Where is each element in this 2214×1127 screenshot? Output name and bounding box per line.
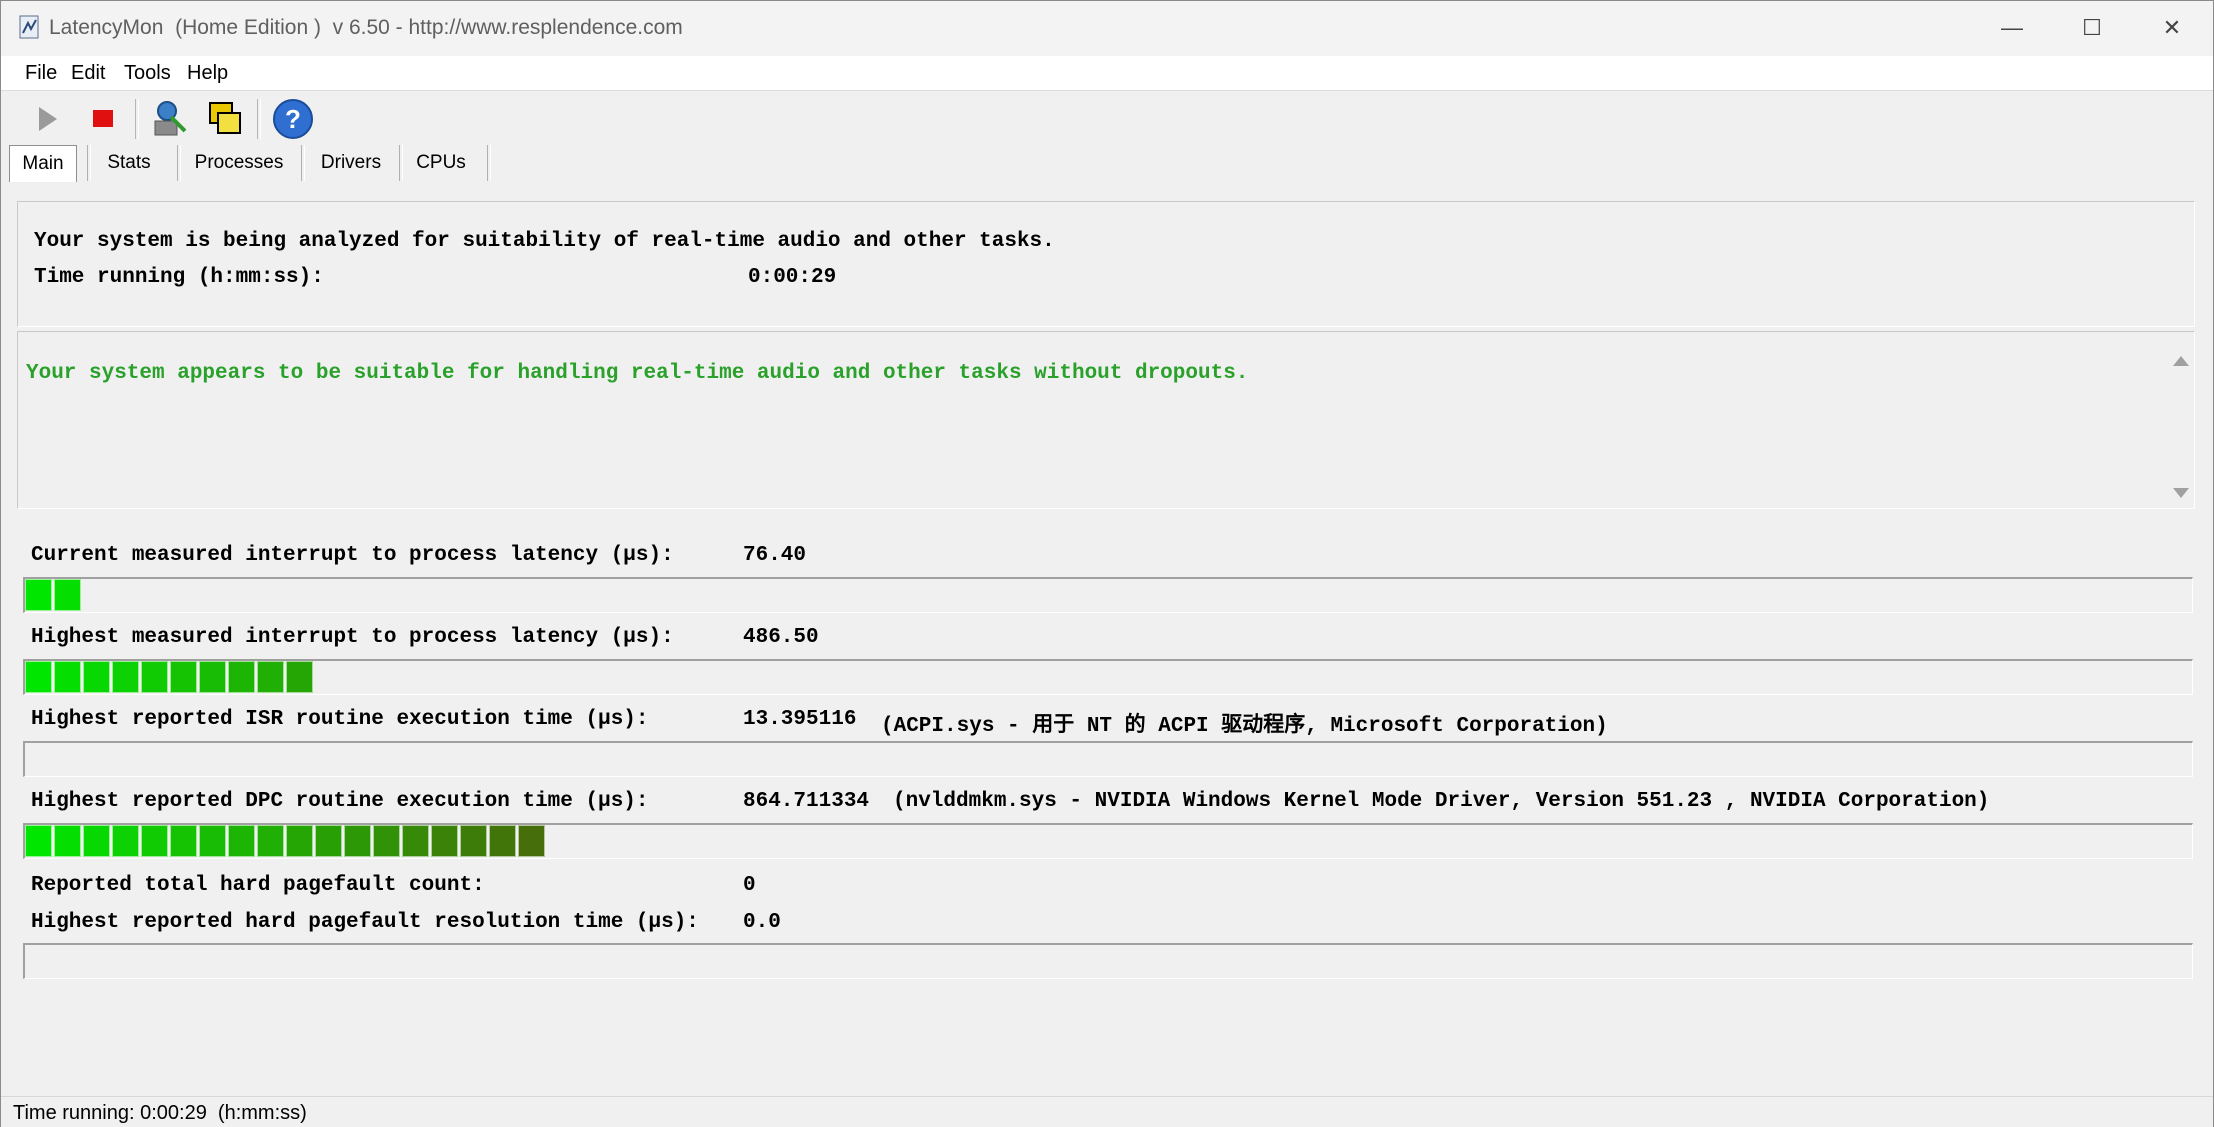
bar-segment	[402, 825, 429, 857]
tab-separator	[301, 145, 305, 181]
bar-segment	[170, 825, 197, 857]
verdict-panel: Your system appears to be suitable for h…	[17, 331, 2195, 509]
svg-text:?: ?	[285, 104, 301, 134]
tab-separator	[177, 145, 181, 181]
highest-latency-bar	[23, 659, 2193, 695]
isr-value: 13.395116	[743, 708, 857, 731]
bar-segment	[83, 825, 110, 857]
bar-segment	[373, 825, 400, 857]
highest-latency-label: Highest measured interrupt to process la…	[31, 626, 674, 649]
menu-file[interactable]: File	[25, 62, 57, 85]
menu-edit[interactable]: Edit	[71, 62, 105, 85]
bar-segment	[344, 825, 371, 857]
tab-processes[interactable]: Processes	[185, 145, 293, 181]
verdict-scrollbar[interactable]	[2168, 352, 2192, 502]
windows-icon[interactable]	[204, 97, 248, 141]
bar-segment	[25, 825, 52, 857]
bar-segment	[431, 825, 458, 857]
bar-segment	[257, 825, 284, 857]
bar-segment	[54, 579, 81, 611]
tab-separator	[399, 145, 403, 181]
toolbar-separator	[257, 99, 261, 139]
status-text: Time running: 0:00:29 (h:mm:ss)	[13, 1102, 307, 1124]
menu-help[interactable]: Help	[187, 62, 228, 85]
bar-segment	[228, 825, 255, 857]
pagefault-bar	[23, 943, 2193, 979]
dpc-detail: (nvlddmkm.sys - NVIDIA Windows Kernel Mo…	[893, 790, 1990, 813]
current-latency-value: 76.40	[743, 544, 807, 567]
pagefault-time-value: 0.0	[743, 911, 781, 934]
dpc-bar	[23, 823, 2193, 859]
isr-bar	[23, 741, 2193, 777]
bar-segment	[286, 825, 313, 857]
isr-label: Highest reported ISR routine execution t…	[31, 708, 649, 731]
highest-latency-value: 486.50	[743, 626, 819, 649]
app-icon	[19, 15, 39, 39]
tab-stats[interactable]: Stats	[93, 145, 165, 181]
pagefault-count-value: 0	[743, 874, 756, 897]
bar-segment	[83, 661, 110, 693]
pagefault-time-label: Highest reported hard pagefault resoluti…	[31, 911, 699, 934]
bar-segment	[25, 579, 52, 611]
bar-segment	[518, 825, 545, 857]
verdict-message: Your system appears to be suitable for h…	[26, 362, 1249, 385]
dpc-value: 864.711334	[743, 790, 870, 813]
tab-drivers[interactable]: Drivers	[307, 145, 395, 181]
pagefault-count-label: Reported total hard pagefault count:	[31, 874, 485, 897]
current-latency-fill	[25, 579, 83, 611]
dpc-label: Highest reported DPC routine execution t…	[31, 790, 649, 813]
time-running-label: Time running (h:mm:ss):	[34, 266, 324, 289]
stop-icon[interactable]	[81, 97, 125, 141]
isr-detail: (ACPI.sys - 用于 NT 的 ACPI 驱动程序, Microsoft…	[881, 715, 1608, 738]
title-bar[interactable]: LatencyMon (Home Edition ) v 6.50 - http…	[1, 1, 2213, 56]
bar-segment	[141, 661, 168, 693]
tab-separator	[87, 145, 91, 181]
scroll-up-icon[interactable]	[2173, 356, 2189, 366]
time-running-value: 0:00:29	[748, 266, 837, 289]
tab-main[interactable]: Main	[9, 145, 77, 182]
toolbar-separator	[135, 99, 139, 139]
window-title: LatencyMon (Home Edition ) v 6.50 - http…	[49, 16, 683, 39]
highest-latency-fill	[25, 661, 315, 693]
bar-segment	[25, 661, 52, 693]
play-icon[interactable]	[25, 97, 69, 141]
current-latency-label: Current measured interrupt to process la…	[31, 544, 674, 567]
status-bar: Time running: 0:00:29 (h:mm:ss)	[1, 1096, 2213, 1127]
close-button[interactable]: ✕	[2137, 7, 2207, 49]
bar-segment	[489, 825, 516, 857]
analysis-panel: Your system is being analyzed for suitab…	[17, 201, 2195, 327]
bar-segment	[199, 661, 226, 693]
tab-cpus[interactable]: CPUs	[405, 145, 477, 181]
bar-segment	[286, 661, 313, 693]
scroll-down-icon[interactable]	[2173, 488, 2189, 498]
tab-bar: Main Stats Processes Drivers CPUs	[1, 143, 2213, 183]
maximize-button[interactable]: ☐	[2057, 7, 2127, 49]
menu-tools[interactable]: Tools	[124, 62, 171, 85]
bar-segment	[257, 661, 284, 693]
toolbar: ?	[1, 91, 2213, 145]
bar-segment	[228, 661, 255, 693]
bar-segment	[112, 825, 139, 857]
minimize-button[interactable]: —	[1977, 7, 2047, 49]
analysis-message: Your system is being analyzed for suitab…	[34, 230, 1055, 253]
analyze-icon[interactable]	[147, 97, 191, 141]
latencymon-window: LatencyMon (Home Edition ) v 6.50 - http…	[0, 0, 2214, 1127]
help-icon[interactable]: ?	[271, 97, 315, 141]
bar-segment	[112, 661, 139, 693]
bar-segment	[199, 825, 226, 857]
dpc-fill	[25, 825, 547, 857]
bar-segment	[54, 661, 81, 693]
bar-segment	[170, 661, 197, 693]
current-latency-bar	[23, 577, 2193, 613]
bar-segment	[54, 825, 81, 857]
bar-segment	[141, 825, 168, 857]
tab-separator	[487, 145, 491, 181]
bar-segment	[315, 825, 342, 857]
bar-segment	[460, 825, 487, 857]
menu-bar: File Edit Tools Help	[1, 56, 2213, 91]
